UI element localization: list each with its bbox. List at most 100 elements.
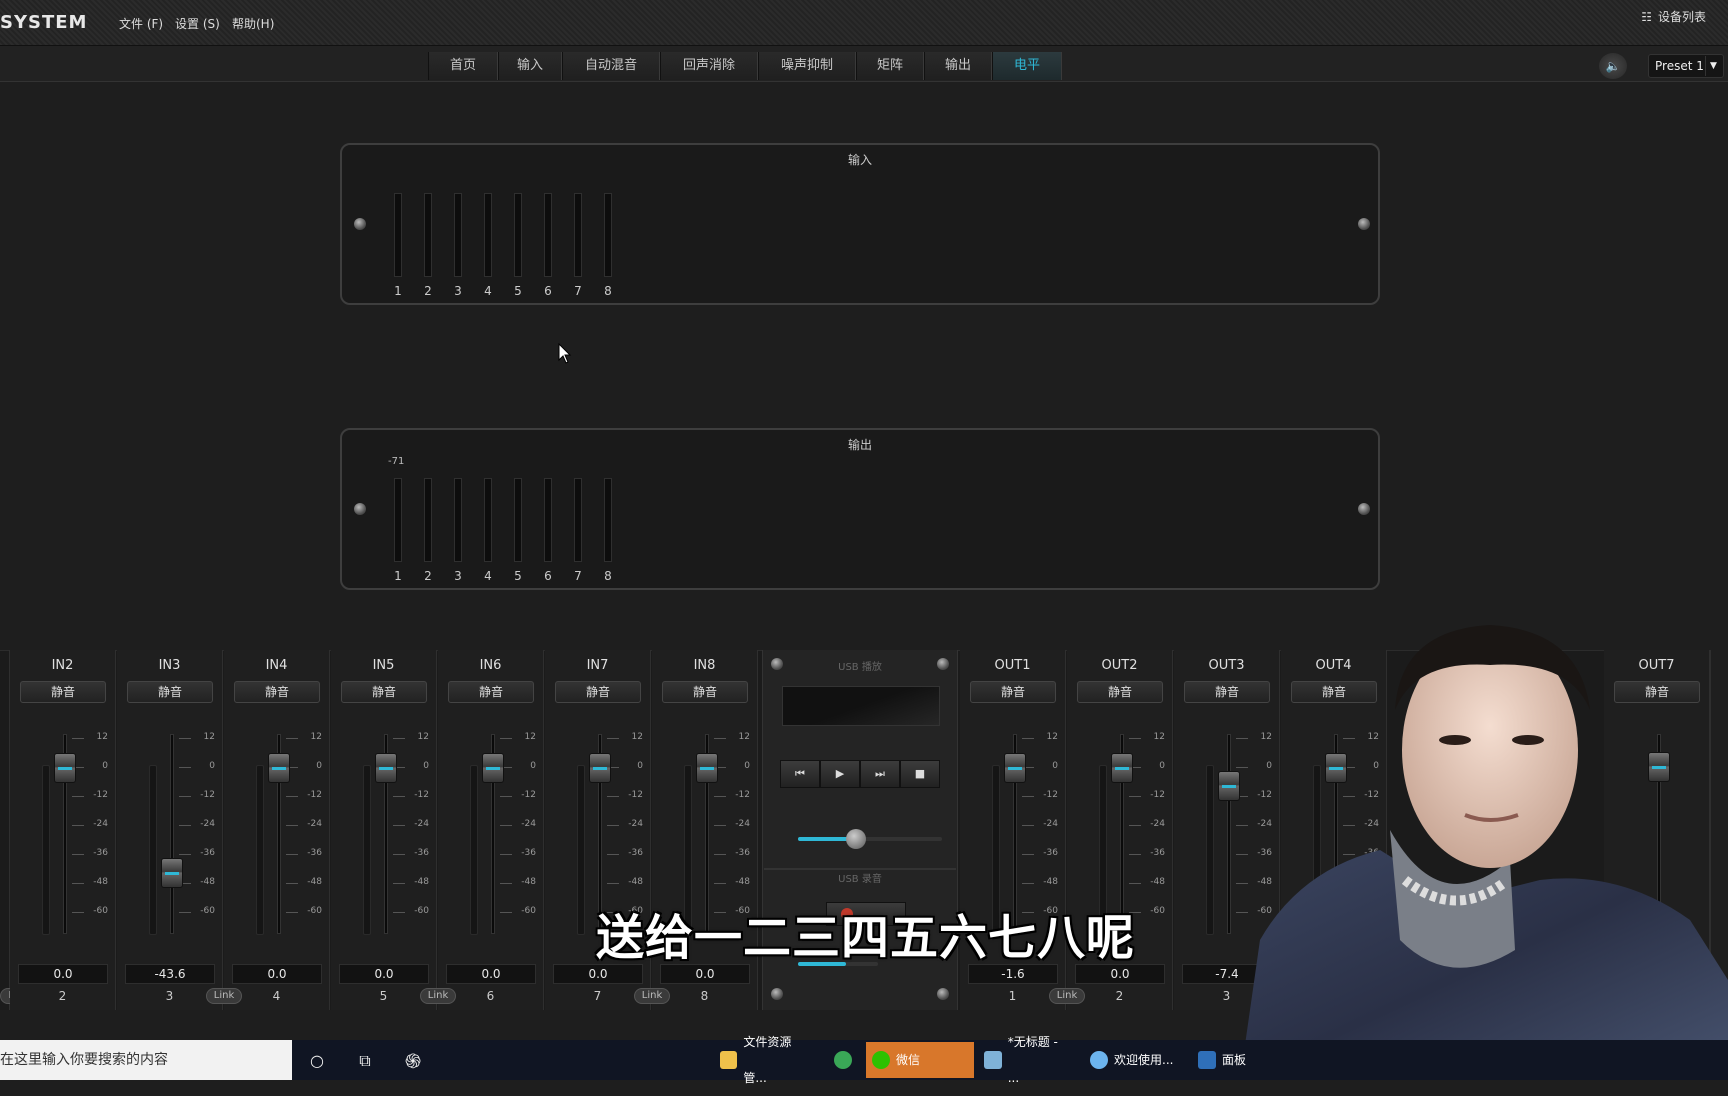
scale-tick	[500, 796, 512, 797]
meter-label: 6	[544, 284, 552, 298]
scale-label: -36	[307, 848, 322, 858]
scale-label: -60	[521, 906, 536, 916]
taskbar-app-welcome[interactable]: 欢迎使用...	[1084, 1042, 1188, 1078]
fader-knob[interactable]	[161, 858, 183, 889]
vu-meter	[42, 765, 50, 935]
scale-label: -48	[200, 877, 215, 887]
taskbar-search-input[interactable]: 在这里输入你要搜索的内容	[0, 1040, 292, 1080]
menu-file[interactable]: 文件 (F)	[119, 15, 163, 32]
tab-matrix[interactable]: 矩阵	[856, 52, 924, 80]
taskbar-app-label: 微信	[896, 1053, 921, 1067]
scale-label: -60	[93, 906, 108, 916]
menu-help[interactable]: 帮助(H)	[232, 15, 274, 32]
tab-input[interactable]: 输入	[498, 52, 562, 80]
tab-echo-cancel[interactable]: 回声消除	[660, 52, 758, 80]
channel-name: IN6	[479, 658, 502, 673]
scale-label: -48	[735, 877, 750, 887]
gain-value: 0.0	[232, 964, 322, 984]
scale-tick	[72, 883, 84, 884]
link-button[interactable]: Link	[634, 988, 670, 1004]
taskbar-app-browser[interactable]	[828, 1042, 860, 1078]
mute-button[interactable]: 静音	[1077, 681, 1163, 703]
scale-label: -12	[200, 790, 215, 800]
play-icon[interactable]: ▶	[820, 760, 860, 788]
output-meter	[604, 478, 612, 562]
tab-level[interactable]: 电平	[992, 52, 1062, 80]
previous-icon[interactable]: ⏮	[780, 760, 820, 788]
cortana-icon[interactable]: ○	[306, 1050, 328, 1072]
fader-knob[interactable]	[1218, 770, 1240, 801]
scale-tick	[179, 738, 191, 739]
scale-tick	[393, 738, 405, 739]
fader-knob[interactable]	[696, 753, 718, 783]
scale-tick	[714, 796, 726, 797]
scale-tick	[286, 738, 298, 739]
screw-icon	[1358, 503, 1370, 515]
mute-button[interactable]: 静音	[555, 681, 641, 703]
task-view-icon[interactable]: ⧉	[354, 1050, 376, 1072]
scale-label: 12	[738, 732, 750, 742]
input-meter	[424, 193, 432, 277]
scale-tick	[179, 767, 191, 768]
device-list-label: 设备列表	[1657, 10, 1706, 24]
fader-knob[interactable]	[589, 753, 611, 783]
scale-tick	[393, 854, 405, 855]
notepad-icon	[984, 1051, 1002, 1069]
scale-tick	[393, 825, 405, 826]
next-icon[interactable]: ⏭	[860, 760, 900, 788]
usb-volume-slider[interactable]	[798, 837, 942, 841]
tab-noise-suppress[interactable]: 噪声抑制	[758, 52, 856, 80]
tab-home[interactable]: 首页	[428, 52, 498, 80]
link-button[interactable]: Link	[420, 988, 456, 1004]
scale-label: 12	[1046, 732, 1058, 742]
fader-knob[interactable]	[375, 753, 397, 783]
speaker-icon[interactable]: 🔈	[1599, 53, 1627, 79]
output-meter	[544, 478, 552, 562]
link-button[interactable]: Link	[206, 988, 242, 1004]
mute-button[interactable]: 静音	[662, 681, 748, 703]
scale-label: 0	[102, 761, 108, 771]
meter-label: 1	[394, 284, 402, 298]
device-list-button[interactable]: ☷ 设备列表	[1641, 8, 1706, 25]
channel-strip-in6: IN6 静音 12 0 -12 -24 -36 -48 -60 0.0 6 Link	[420, 650, 544, 1010]
scale-label: 12	[96, 732, 108, 742]
mute-button[interactable]: 静音	[341, 681, 427, 703]
input-meter	[544, 193, 552, 277]
scale-tick	[1129, 854, 1141, 855]
tab-output[interactable]: 输出	[924, 52, 992, 80]
tab-automix[interactable]: 自动混音	[562, 52, 660, 80]
scale-tick	[286, 796, 298, 797]
usb-volume-thumb[interactable]	[845, 829, 866, 849]
scale-tick	[1022, 825, 1034, 826]
preset-select[interactable]: Preset 1 ▼	[1648, 54, 1724, 78]
scale-label: -24	[93, 819, 108, 829]
chevron-down-icon[interactable]: ▼	[1705, 56, 1721, 76]
fader-knob[interactable]	[482, 753, 504, 783]
taskbar-app-notepad[interactable]: *无标题 - ...	[978, 1035, 1078, 1085]
menu-settings[interactable]: 设置 (S)	[175, 15, 220, 32]
scale-label: 0	[744, 761, 750, 771]
meter-label: 7	[574, 284, 582, 298]
fader-knob[interactable]	[1004, 753, 1026, 783]
channel-number: 2	[58, 989, 67, 1003]
fader-knob[interactable]	[1111, 753, 1133, 783]
taskbar-app-explorer[interactable]: 文件资源管...	[714, 1035, 818, 1085]
stop-icon[interactable]: ■	[900, 760, 940, 788]
fader-track	[1227, 734, 1231, 934]
scale-label: -12	[628, 790, 643, 800]
fader-knob[interactable]	[54, 753, 76, 783]
mute-button[interactable]: 静音	[448, 681, 534, 703]
screw-icon	[771, 988, 783, 1000]
fader-knob[interactable]	[268, 753, 290, 783]
mute-button[interactable]: 静音	[20, 681, 106, 703]
scale-tick	[393, 796, 405, 797]
taskbar-app-panel[interactable]: 面板	[1192, 1042, 1252, 1078]
taskbar-app-label: 面板	[1222, 1053, 1247, 1067]
mute-button[interactable]: 静音	[127, 681, 213, 703]
link-button[interactable]: Link	[1049, 988, 1085, 1004]
mute-button[interactable]: 静音	[970, 681, 1056, 703]
mute-button[interactable]: 静音	[234, 681, 320, 703]
app-icon[interactable]: ֍	[402, 1050, 424, 1072]
input-meter	[484, 193, 492, 277]
taskbar-app-wechat[interactable]: 微信	[866, 1042, 974, 1078]
